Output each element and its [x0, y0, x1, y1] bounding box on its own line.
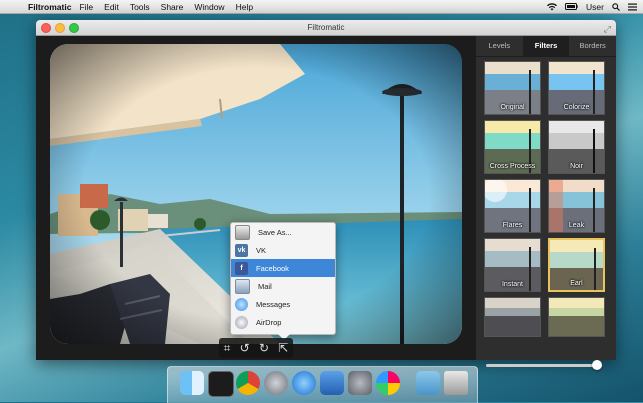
share-mail-label: Mail [258, 281, 272, 291]
menu-tools[interactable]: Tools [130, 2, 150, 12]
menu-bar: Filtromatic File Edit Tools Share Window… [0, 0, 643, 14]
filter-cross-process-label: Cross Process [489, 163, 536, 170]
app-window: Filtromatic ⤢ Save As... vk VK f Faceboo… [36, 20, 616, 370]
menu-help[interactable]: Help [236, 2, 253, 12]
share-menu: Save As... vk VK f Facebook Mail Message… [230, 222, 336, 340]
filtromatic-icon[interactable] [376, 371, 400, 395]
filter-intensity-slider[interactable] [486, 360, 602, 370]
tab-borders[interactable]: Borders [569, 36, 616, 56]
messages-icon [235, 297, 248, 311]
title-bar: Filtromatic ⤢ [36, 20, 616, 36]
filter-original[interactable]: Original [484, 61, 541, 115]
filter-earl-label: Earl [570, 280, 583, 287]
filter-flares-label: Flares [502, 222, 523, 229]
share-mail[interactable]: Mail [231, 277, 335, 295]
share-save-as-label: Save As... [258, 227, 292, 237]
close-window-button[interactable] [41, 23, 51, 33]
terminal-icon[interactable] [208, 371, 234, 397]
window-title: Filtromatic [307, 23, 345, 32]
dock [167, 366, 478, 403]
share-save-as[interactable]: Save As... [231, 223, 335, 241]
canvas-area: Save As... vk VK f Facebook Mail Message… [36, 36, 476, 360]
rotate-left-icon[interactable]: ↺ [240, 341, 250, 355]
notification-center-icon[interactable] [628, 3, 637, 11]
facebook-icon: f [235, 261, 248, 275]
spotlight-search-icon[interactable] [612, 2, 620, 11]
filter-earl[interactable]: Earl [548, 238, 605, 292]
downloads-folder-icon[interactable] [416, 371, 440, 395]
xcode-icon[interactable] [320, 371, 344, 395]
fullscreen-icon[interactable]: ⤢ [604, 22, 611, 37]
system-preferences-icon[interactable] [348, 371, 372, 395]
filter-original-label: Original [500, 104, 525, 111]
menu-window[interactable]: Window [194, 2, 224, 12]
itunes-icon[interactable] [292, 371, 316, 395]
filter-noir-label: Noir [570, 163, 583, 170]
sidebar: Levels Filters Borders Original Colorize… [476, 36, 616, 370]
photo-toolbar: ⌗ ↺ ↻ ⇱ [219, 338, 293, 358]
vk-icon: vk [235, 243, 248, 257]
airdrop-icon [235, 315, 248, 329]
menu-file[interactable]: File [79, 2, 93, 12]
share-airdrop-label: AirDrop [256, 317, 282, 327]
rotate-right-icon[interactable]: ↻ [259, 341, 269, 355]
crop-icon[interactable]: ⌗ [224, 341, 231, 356]
menu-app-name[interactable]: Filtromatic [28, 2, 71, 12]
save-icon [235, 224, 250, 240]
menu-edit[interactable]: Edit [104, 2, 119, 12]
chrome-icon[interactable] [236, 371, 260, 395]
share-airdrop[interactable]: AirDrop [231, 313, 335, 331]
filter-leak[interactable]: Leak [548, 179, 605, 233]
filter-instant[interactable]: Instant [484, 238, 541, 292]
trash-icon[interactable] [444, 371, 468, 395]
filter-cross-process[interactable]: Cross Process [484, 120, 541, 174]
minimize-window-button[interactable] [55, 23, 65, 33]
share-facebook-label: Facebook [256, 263, 289, 273]
mail-icon [235, 278, 250, 294]
share-messages-label: Messages [256, 299, 291, 309]
share-vk-label: VK [256, 245, 267, 255]
menu-user[interactable]: User [586, 2, 604, 12]
share-vk[interactable]: vk VK [231, 241, 335, 259]
finder-icon[interactable] [180, 371, 204, 395]
filter-colorize[interactable]: Colorize [548, 61, 605, 115]
filter-instant-label: Instant [501, 281, 523, 288]
tab-levels[interactable]: Levels [476, 36, 523, 56]
share-messages[interactable]: Messages [231, 295, 335, 313]
filter-leak-label: Leak [568, 222, 585, 229]
filter-thumb-9[interactable] [484, 297, 541, 337]
rocket-icon[interactable] [264, 371, 288, 395]
sidebar-tabs: Levels Filters Borders [476, 36, 616, 57]
filter-flares[interactable]: Flares [484, 179, 541, 233]
filter-thumb-10[interactable] [548, 297, 605, 337]
filter-noir[interactable]: Noir [548, 120, 605, 174]
tab-filters[interactable]: Filters [522, 36, 570, 56]
share-icon[interactable]: ⇱ [278, 341, 288, 355]
zoom-window-button[interactable] [69, 23, 79, 33]
slider-knob[interactable] [592, 360, 602, 370]
menu-share[interactable]: Share [161, 2, 184, 12]
filter-colorize-label: Colorize [563, 104, 590, 111]
wifi-icon[interactable] [547, 2, 558, 11]
share-facebook[interactable]: f Facebook [231, 259, 335, 277]
battery-icon[interactable] [565, 3, 578, 10]
